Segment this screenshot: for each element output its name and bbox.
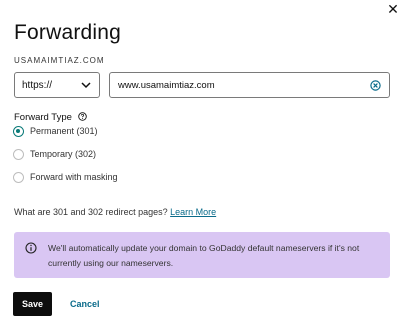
radio-label: Permanent (301) <box>30 126 98 136</box>
radio-button-checked[interactable] <box>13 125 24 137</box>
forward-type-label: Forward Type <box>14 112 87 123</box>
nameserver-info-banner: We'll automatically update your domain t… <box>14 232 390 278</box>
learn-more-link[interactable]: Learn More <box>170 207 216 217</box>
chevron-down-icon <box>81 82 91 89</box>
radio-permanent-301[interactable]: Permanent (301) <box>13 124 98 138</box>
radio-button[interactable] <box>13 171 24 183</box>
radio-label: Temporary (302) <box>30 149 97 159</box>
forward-url-input[interactable]: www.usamaimtiaz.com <box>109 72 390 98</box>
radio-forward-with-masking[interactable]: Forward with masking <box>13 170 118 184</box>
close-icon[interactable]: ✕ <box>385 1 400 17</box>
save-button[interactable]: Save <box>13 292 52 316</box>
radio-button[interactable] <box>13 148 24 160</box>
forward-url-value: www.usamaimtiaz.com <box>118 80 215 91</box>
banner-message: We'll automatically update your domain t… <box>48 243 360 268</box>
radio-label: Forward with masking <box>30 172 118 182</box>
protocol-select[interactable]: https:// <box>14 72 100 98</box>
cancel-button[interactable]: Cancel <box>70 292 100 316</box>
radio-temporary-302[interactable]: Temporary (302) <box>13 147 96 161</box>
domain-name: USAMAIMTIAZ.COM <box>14 56 105 65</box>
help-circle-icon[interactable] <box>77 112 87 121</box>
redirect-help-text: What are 301 and 302 redirect pages? Lea… <box>14 207 216 217</box>
info-icon <box>25 242 37 254</box>
dialog-title: Forwarding <box>14 21 122 44</box>
protocol-value: https:// <box>22 80 53 91</box>
clear-circle-icon[interactable] <box>370 80 381 91</box>
redirect-question: What are 301 and 302 redirect pages? <box>14 207 168 217</box>
forward-type-text: Forward Type <box>14 112 72 123</box>
